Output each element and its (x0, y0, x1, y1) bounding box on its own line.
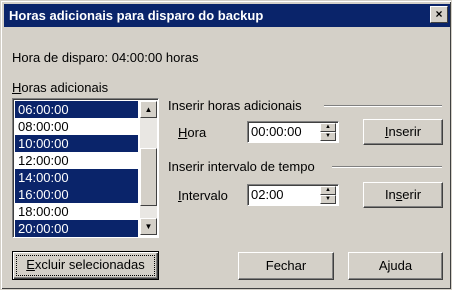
insert-hours-group-divider (324, 105, 442, 107)
list-item[interactable]: 06:00:00 (15, 101, 138, 118)
hour-spinner[interactable]: 00:00:00 ▲ ▼ (247, 121, 339, 143)
insert-interval-group-title: Inserir intervalo de tempo (168, 159, 315, 174)
interval-spin-buttons: ▲ ▼ (320, 186, 336, 204)
interval-input[interactable]: 02:00 (251, 187, 284, 202)
scroll-up-icon[interactable]: ▲ (140, 101, 157, 118)
additional-hours-list[interactable]: 06:00:00 08:00:00 10:00:00 12:00:00 14:00:00… (12, 98, 159, 238)
trigger-time-label: Hora de disparo: 04:00:00 horas (12, 50, 199, 65)
hour-input[interactable]: 00:00:00 (251, 124, 302, 139)
additional-hours-label: Horas adicionais (12, 80, 108, 95)
dialog-window: Horas adicionais para disparo do backup … (0, 0, 452, 290)
additional-hours-label-rest: oras adicionais (21, 80, 109, 95)
close-symbol: × (435, 7, 443, 21)
insert-interval-button[interactable]: Inserir (363, 182, 443, 208)
help-button[interactable]: Ajuda (348, 252, 443, 280)
insert-hours-group-title: Inserir horas adicionais (168, 98, 302, 113)
list-item[interactable]: 20:00:00 (15, 220, 138, 237)
insert-hour-button[interactable]: Inserir (363, 119, 443, 145)
list-item[interactable]: 18:00:00 (15, 203, 138, 220)
hour-spin-buttons: ▲ ▼ (320, 123, 336, 141)
list-item[interactable]: 16:00:00 (15, 186, 138, 203)
insert-interval-button-pre: In (384, 187, 396, 202)
interval-spin-up-icon[interactable]: ▲ (320, 186, 336, 195)
list-item[interactable]: 12:00:00 (15, 152, 138, 169)
additional-hours-label-mnemonic: H (12, 80, 22, 95)
scroll-thumb[interactable] (140, 148, 157, 206)
interval-spin-down-icon[interactable]: ▼ (320, 195, 336, 204)
hour-spin-up-icon[interactable]: ▲ (320, 123, 336, 132)
list-items: 06:00:00 08:00:00 10:00:00 12:00:00 14:00:00… (15, 101, 138, 237)
insert-hour-button-rest: nserir (388, 124, 422, 139)
delete-selected-button[interactable]: Excluir selecionadas (12, 251, 159, 280)
close-button[interactable]: Fechar (238, 252, 334, 280)
scroll-down-icon[interactable]: ▼ (140, 218, 157, 235)
hour-field-label-rest: ora (187, 125, 207, 140)
list-item[interactable]: 08:00:00 (15, 118, 138, 135)
list-item[interactable]: 10:00:00 (15, 135, 138, 152)
hour-field-label-mnemonic: H (178, 125, 188, 140)
insert-interval-button-post: erir (402, 187, 422, 202)
list-item[interactable]: 14:00:00 (15, 169, 138, 186)
interval-spinner[interactable]: 02:00 ▲ ▼ (247, 184, 339, 206)
title-bar[interactable]: Horas adicionais para disparo do backup … (4, 4, 450, 27)
interval-field-label: Intervalo (178, 188, 228, 203)
hour-spin-down-icon[interactable]: ▼ (320, 132, 336, 141)
interval-field-label-rest: ntervalo (181, 188, 228, 203)
insert-interval-group-divider (332, 166, 442, 168)
hour-field-label: Hora (178, 125, 206, 140)
close-icon[interactable]: × (430, 6, 448, 23)
dialog-title: Horas adicionais para disparo do backup (9, 8, 264, 23)
focus-indicator (16, 255, 155, 276)
vertical-scrollbar[interactable]: ▲ ▼ (140, 101, 157, 235)
